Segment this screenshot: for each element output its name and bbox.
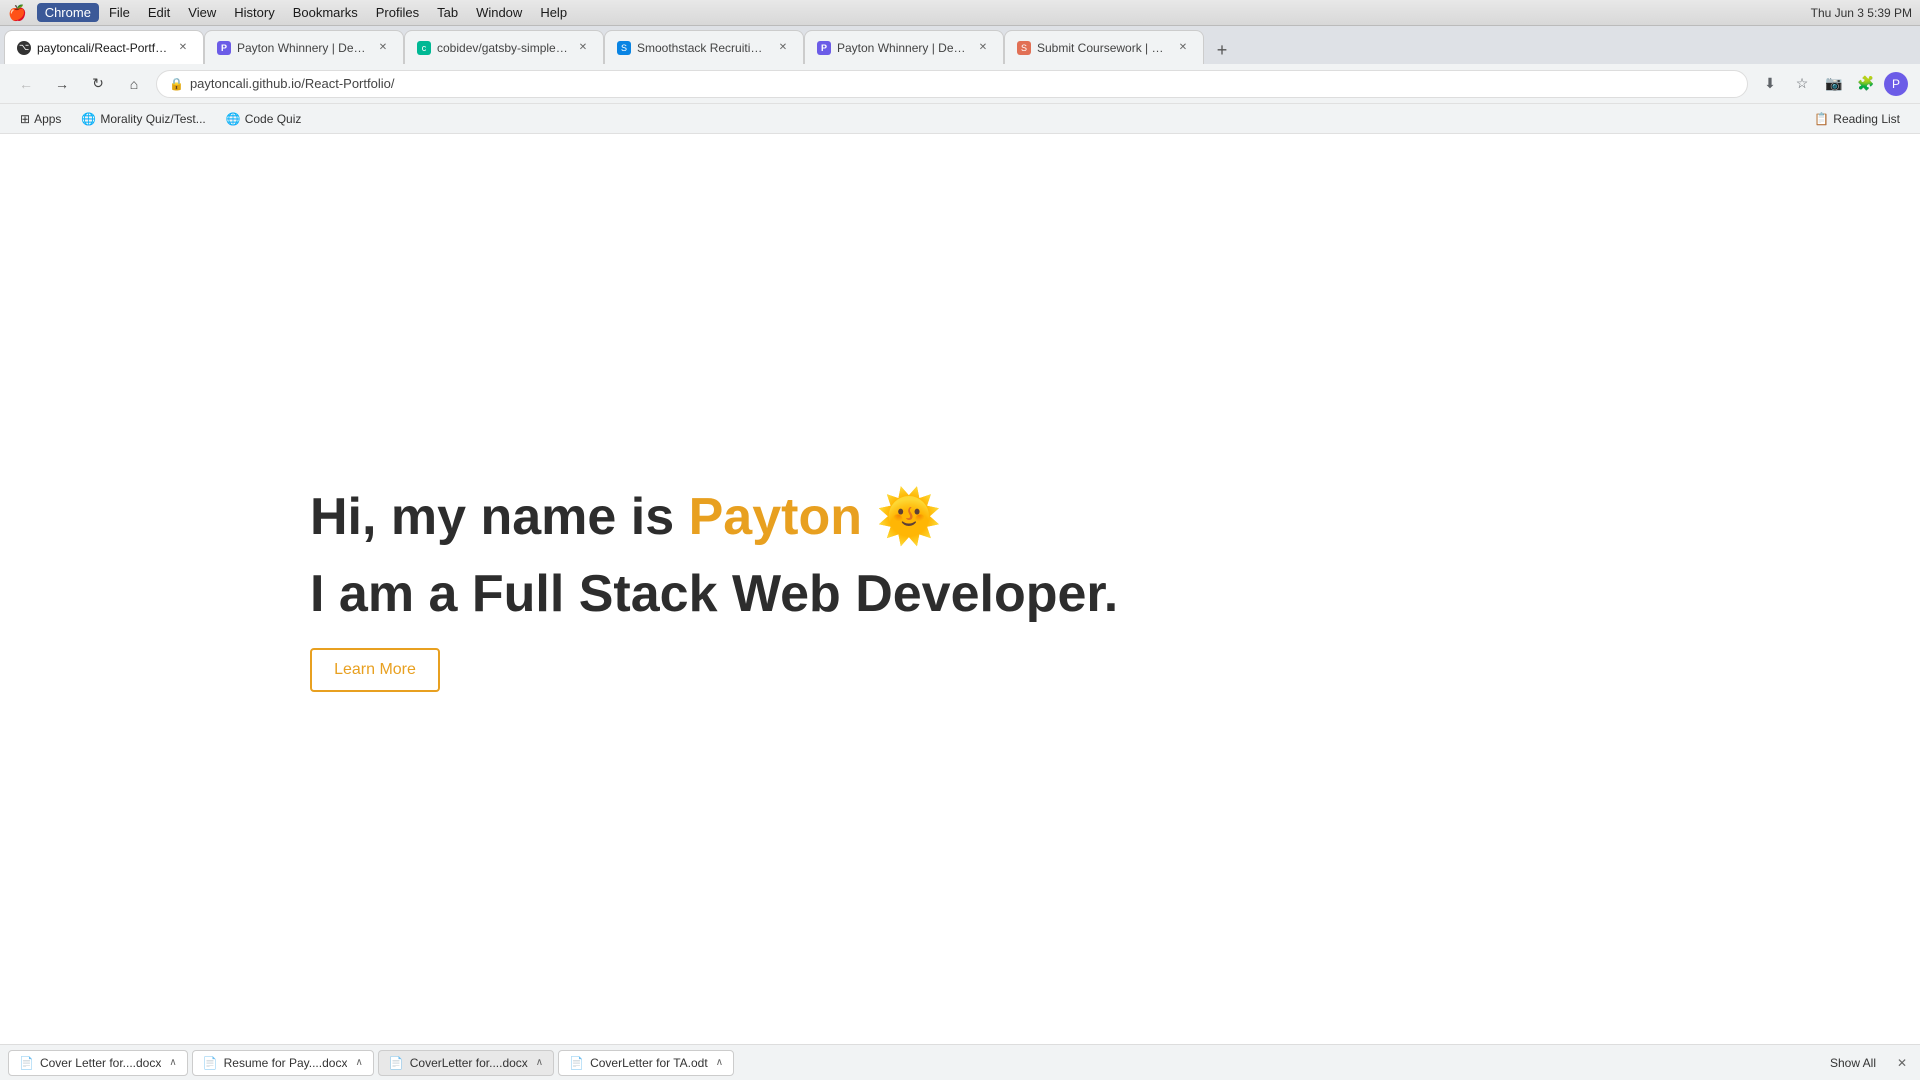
system-time: Thu Jun 3 5:39 PM [1811,6,1912,20]
download-chevron-1[interactable]: ∧ [169,1057,176,1068]
tab-close-3[interactable]: ✕ [575,40,591,56]
code-quiz-favicon: 🌐 [226,112,241,126]
apple-logo-icon[interactable]: 🍎 [8,4,27,22]
menu-profiles[interactable]: Profiles [368,3,427,22]
learn-more-button[interactable]: Learn More [310,648,440,692]
download-item-4[interactable]: 📄 CoverLetter for TA.odt ∧ [558,1050,734,1076]
bookmark-apps-label: Apps [34,112,61,126]
tab-title-1: paytoncali/React-Portfolio [37,41,169,55]
bookmark-code-quiz-label: Code Quiz [245,112,302,126]
main-content: Hi, my name is Payton 🌞 I am a Full Stac… [0,134,1920,1044]
hero-subtitle: I am a Full Stack Web Developer. [310,564,1118,624]
menu-help[interactable]: Help [532,3,575,22]
tab-close-1[interactable]: ✕ [175,40,191,56]
download-icon-1: 📄 [19,1056,34,1070]
menu-view[interactable]: View [180,3,224,22]
menu-edit[interactable]: Edit [140,3,178,22]
bookmark-code-quiz[interactable]: 🌐 Code Quiz [218,110,310,128]
tab-close-4[interactable]: ✕ [775,40,791,56]
tab-smoothstack[interactable]: S Smoothstack Recruiting Web... ✕ [604,30,804,64]
reading-list-icon: 📋 [1814,112,1829,126]
download-chevron-3[interactable]: ∧ [536,1057,543,1068]
tab-favicon-p2: P [817,41,831,55]
tab-react-portfolio[interactable]: ⌥ paytoncali/React-Portfolio ✕ [4,30,204,64]
url-display: paytoncali.github.io/React-Portfolio/ [190,76,1735,91]
tab-favicon-p1: P [217,41,231,55]
tab-gatsby-simplefolio[interactable]: c cobidev/gatsby-simplefolio: ✕ [404,30,604,64]
download-label-3: CoverLetter for....docx [410,1056,528,1070]
menu-history[interactable]: History [226,3,282,22]
reading-list-button[interactable]: 📋 Reading List [1806,110,1908,128]
download-label-4: CoverLetter for TA.odt [590,1056,708,1070]
tab-close-5[interactable]: ✕ [975,40,991,56]
download-item-3[interactable]: 📄 CoverLetter for....docx ∧ [378,1050,554,1076]
tab-favicon-c: c [417,41,431,55]
tab-payton-whinnery-1[interactable]: P Payton Whinnery | Developer ✕ [204,30,404,64]
tab-title-3: cobidev/gatsby-simplefolio: [437,41,569,55]
bookmarks-bar: ⊞ Apps 🌐 Morality Quiz/Test... 🌐 Code Qu… [0,104,1920,134]
hero-title-line1: Hi, my name is Payton 🌞 [310,486,1118,548]
nav-bar: ← → ↻ ⌂ 🔒 paytoncali.github.io/React-Por… [0,64,1920,104]
tab-title-5: Payton Whinnery | Developer [837,41,969,55]
download-chevron-4[interactable]: ∧ [716,1057,723,1068]
morality-quiz-favicon: 🌐 [81,112,96,126]
download-bar: 📄 Cover Letter for....docx ∧ 📄 Resume fo… [0,1044,1920,1080]
bookmark-apps[interactable]: ⊞ Apps [12,110,69,128]
hero-name: Payton [689,488,862,546]
download-label-1: Cover Letter for....docx [40,1056,161,1070]
menu-window[interactable]: Window [468,3,530,22]
download-icon-3: 📄 [389,1056,404,1070]
tab-favicon-s: S [617,41,631,55]
tab-favicon-github: ⌥ [17,41,31,55]
reading-list-label: Reading List [1833,112,1900,126]
bookmark-icon[interactable]: ☆ [1788,70,1816,98]
address-bar[interactable]: 🔒 paytoncali.github.io/React-Portfolio/ [156,70,1748,98]
download-bar-close[interactable]: ✕ [1892,1053,1912,1073]
home-button[interactable]: ⌂ [120,70,148,98]
download-item-1[interactable]: 📄 Cover Letter for....docx ∧ [8,1050,188,1076]
menu-file[interactable]: File [101,3,138,22]
bookmark-morality-quiz-label: Morality Quiz/Test... [100,112,205,126]
download-icon-4: 📄 [569,1056,584,1070]
tab-payton-whinnery-2[interactable]: P Payton Whinnery | Developer ✕ [804,30,1004,64]
back-button[interactable]: ← [12,70,40,98]
tab-favicon-submit: S [1017,41,1031,55]
download-chevron-2[interactable]: ∧ [355,1057,362,1068]
hero-section: Hi, my name is Payton 🌞 I am a Full Stac… [310,486,1118,692]
new-tab-button[interactable]: + [1208,36,1236,64]
menu-chrome[interactable]: Chrome [37,3,99,22]
download-icon-2: 📄 [203,1056,218,1070]
tab-submit-coursework[interactable]: S Submit Coursework | Bootcam... ✕ [1004,30,1204,64]
sun-icon: 🌞 [876,488,941,546]
extensions-icon[interactable]: 🧩 [1852,70,1880,98]
profile-avatar[interactable]: P [1884,72,1908,96]
download-label-2: Resume for Pay....docx [224,1056,348,1070]
tab-title-4: Smoothstack Recruiting Web... [637,41,769,55]
menu-tab[interactable]: Tab [429,3,466,22]
forward-button[interactable]: → [48,70,76,98]
menu-bookmarks[interactable]: Bookmarks [285,3,366,22]
tab-title-2: Payton Whinnery | Developer [237,41,369,55]
hero-prefix: Hi, my name is [310,488,689,546]
download-item-2[interactable]: 📄 Resume for Pay....docx ∧ [192,1050,374,1076]
tab-close-2[interactable]: ✕ [375,40,391,56]
apps-grid-icon: ⊞ [20,112,30,126]
reload-button[interactable]: ↻ [84,70,112,98]
tabs-bar: ⌥ paytoncali/React-Portfolio ✕ P Payton … [0,26,1920,64]
lock-icon: 🔒 [169,77,184,91]
menu-bar: 🍎 Chrome File Edit View History Bookmark… [0,0,1920,26]
screenshot-icon[interactable]: 📷 [1820,70,1848,98]
download-page-icon[interactable]: ⬇ [1756,70,1784,98]
nav-bar-right: ⬇ ☆ 📷 🧩 P [1756,70,1908,98]
tab-title-6: Submit Coursework | Bootcam... [1037,41,1169,55]
bookmark-morality-quiz[interactable]: 🌐 Morality Quiz/Test... [73,110,213,128]
show-all-button[interactable]: Show All [1818,1052,1888,1074]
tab-close-6[interactable]: ✕ [1175,40,1191,56]
